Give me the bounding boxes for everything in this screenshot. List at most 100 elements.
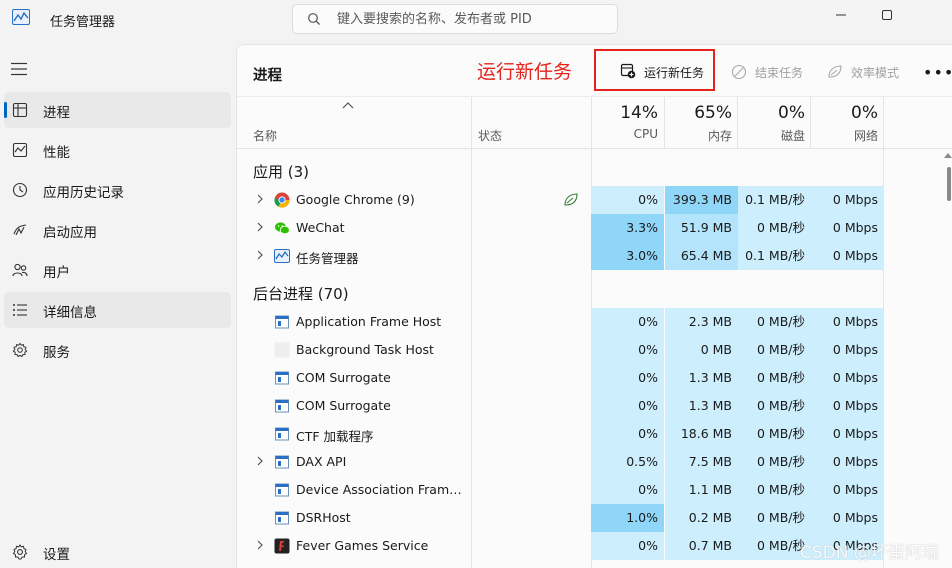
- table-row[interactable]: WeChat 3.3% 51.9 MB 0 MB/秒 0 Mbps: [237, 214, 887, 242]
- column-header-memory[interactable]: 内存: [665, 127, 732, 144]
- chevron-right-icon[interactable]: [255, 193, 265, 205]
- column-header-disk[interactable]: 磁盘: [738, 127, 805, 144]
- annotation-label: 运行新任务: [477, 61, 573, 83]
- disk-cell: 0.1 MB/秒: [738, 186, 811, 214]
- table-row[interactable]: Google Chrome (9) 0% 399.3 MB 0.1 MB/秒 0…: [237, 186, 887, 214]
- minimize-button[interactable]: [818, 0, 864, 30]
- chevron-right-icon[interactable]: [255, 249, 265, 261]
- sidebar-item-label: 用户: [43, 265, 70, 281]
- maximize-button[interactable]: [864, 0, 910, 30]
- column-header-status[interactable]: 状态: [478, 127, 502, 144]
- network-cell: 0 Mbps: [811, 336, 884, 364]
- cpu-cell: 0%: [591, 364, 664, 392]
- table-row[interactable]: DSRHost 1.0% 0.2 MB 0 MB/秒 0 Mbps: [237, 504, 887, 532]
- search-input[interactable]: [337, 5, 607, 33]
- sidebar-item-performance[interactable]: 性能: [4, 132, 231, 168]
- cpu-cell: 0%: [591, 476, 664, 504]
- minimize-icon: [836, 14, 846, 16]
- network-cell: 0 Mbps: [811, 420, 884, 448]
- efficiency-mode-label: 效率模式: [851, 65, 900, 80]
- task-manager-app-icon: [12, 9, 30, 25]
- scrollbar-thumb[interactable]: [947, 167, 951, 201]
- chevron-right-icon[interactable]: [255, 539, 265, 551]
- cpu-cell: 0.5%: [591, 448, 664, 476]
- wechat-icon: [275, 222, 290, 235]
- process-name: Device Association Framew...: [296, 482, 464, 497]
- run-new-task-button[interactable]: 运行新任务: [594, 49, 715, 91]
- window-app-icon: [275, 371, 289, 385]
- network-total-percent[interactable]: 0%: [811, 103, 878, 123]
- sidebar-item-label: 详细信息: [43, 305, 97, 321]
- window-app-icon: [275, 483, 289, 497]
- details-icon: [13, 304, 27, 316]
- column-divider: [810, 97, 811, 149]
- table-row[interactable]: Fever Games Service 0% 0.7 MB 0 MB/秒 0 M…: [237, 532, 887, 560]
- processes-icon: [12, 102, 28, 118]
- sidebar-item-startup[interactable]: 启动应用: [4, 212, 231, 248]
- sidebar-item-details[interactable]: 详细信息: [4, 292, 231, 328]
- settings-label: 设置: [43, 547, 70, 563]
- memory-cell: 399.3 MB: [665, 186, 738, 214]
- hamburger-menu-icon[interactable]: [10, 62, 28, 76]
- column-header-network[interactable]: 网络: [811, 127, 878, 144]
- cpu-total-percent[interactable]: 14%: [591, 103, 658, 123]
- sidebar-item-users[interactable]: 用户: [4, 252, 231, 288]
- process-name: WeChat: [296, 220, 345, 235]
- sidebar-item-app-history[interactable]: 应用历史记录: [4, 172, 231, 208]
- table-row[interactable]: Application Frame Host 0% 2.3 MB 0 MB/秒 …: [237, 308, 887, 336]
- window-title: 任务管理器: [50, 15, 116, 30]
- table-row[interactable]: 任务管理器 3.0% 65.4 MB 0.1 MB/秒 0 Mbps: [237, 242, 887, 270]
- watermark: CSDN @坏蛋阿瑞: [800, 543, 939, 563]
- column-header-cpu[interactable]: CPU: [591, 127, 658, 141]
- search-box[interactable]: [292, 4, 618, 34]
- window-app-icon: [275, 399, 289, 413]
- window-app-icon: [275, 511, 289, 525]
- column-divider: [664, 97, 665, 149]
- memory-cell: 0 MB: [665, 336, 738, 364]
- cpu-cell: 1.0%: [591, 504, 664, 532]
- sort-ascending-icon[interactable]: [342, 101, 354, 109]
- end-task-button[interactable]: 结束任务: [731, 62, 803, 82]
- process-name: 任务管理器: [296, 251, 359, 266]
- page-title: 进程: [253, 68, 282, 84]
- scroll-up-icon[interactable]: [944, 152, 952, 158]
- memory-total-percent[interactable]: 65%: [665, 103, 732, 123]
- table-row[interactable]: Device Association Framew... 0% 1.1 MB 0…: [237, 476, 887, 504]
- sidebar-item-services[interactable]: 服务: [4, 332, 231, 368]
- chevron-right-icon[interactable]: [255, 455, 265, 467]
- disk-cell: 0 MB/秒: [738, 392, 811, 420]
- table-row[interactable]: CTF 加载程序 0% 18.6 MB 0 MB/秒 0 Mbps: [237, 420, 887, 448]
- table-row[interactable]: COM Surrogate 0% 1.3 MB 0 MB/秒 0 Mbps: [237, 364, 887, 392]
- table-row[interactable]: DAX API 0.5% 7.5 MB 0 MB/秒 0 Mbps: [237, 448, 887, 476]
- column-divider: [737, 97, 738, 149]
- disk-cell: 0 MB/秒: [738, 364, 811, 392]
- processes-panel: 进程 运行新任务 运行新任务 结束任务 效率模式 ••• 名称 状态 14% C…: [236, 44, 952, 568]
- memory-cell: 7.5 MB: [665, 448, 738, 476]
- network-cell: 0 Mbps: [811, 364, 884, 392]
- column-header-name[interactable]: 名称: [253, 127, 277, 144]
- more-options-button[interactable]: •••: [923, 63, 952, 82]
- sidebar-item-processes[interactable]: 进程: [4, 92, 231, 128]
- header-divider: [237, 148, 952, 149]
- maximize-icon: [882, 10, 892, 20]
- chevron-right-icon[interactable]: [255, 221, 265, 233]
- table-row[interactable]: COM Surrogate 0% 1.3 MB 0 MB/秒 0 Mbps: [237, 392, 887, 420]
- sidebar-item-settings[interactable]: 设置: [4, 534, 231, 568]
- section-background-processes: 后台进程 (70): [253, 285, 349, 303]
- efficiency-mode-button[interactable]: 效率模式: [827, 62, 899, 82]
- disk-cell: 0 MB/秒: [738, 504, 811, 532]
- network-cell: 0 Mbps: [811, 242, 884, 270]
- disk-cell: 0 MB/秒: [738, 420, 811, 448]
- memory-cell: 51.9 MB: [665, 214, 738, 242]
- process-name: Background Task Host: [296, 342, 434, 357]
- memory-cell: 1.3 MB: [665, 392, 738, 420]
- sidebar: 进程 性能 应用历史记录 启动应用 用户 详细信息 服务 设置: [0, 40, 236, 568]
- sidebar-item-label: 性能: [43, 145, 70, 161]
- table-row[interactable]: Background Task Host 0% 0 MB 0 MB/秒 0 Mb…: [237, 336, 887, 364]
- cpu-cell: 0%: [591, 186, 664, 214]
- window-app-icon: [275, 427, 289, 441]
- active-indicator: [4, 102, 7, 118]
- network-cell: 0 Mbps: [811, 214, 884, 242]
- disk-total-percent[interactable]: 0%: [738, 103, 805, 123]
- sidebar-item-label: 进程: [43, 105, 70, 121]
